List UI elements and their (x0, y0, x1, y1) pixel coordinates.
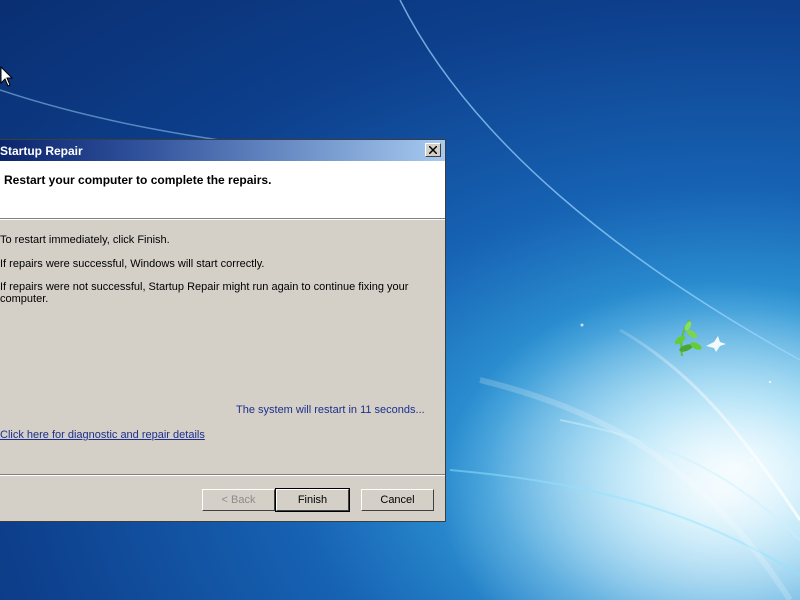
header-message: Restart your computer to complete the re… (4, 173, 272, 187)
diagnostic-details-link[interactable]: Click here for diagnostic and repair det… (0, 429, 205, 441)
restart-countdown: The system will restart in 11 seconds... (236, 404, 425, 416)
instruction-restart: To restart immediately, click Finish. (0, 234, 170, 246)
startup-repair-dialog: Startup Repair Restart your computer to … (0, 139, 446, 522)
cancel-button[interactable]: Cancel (361, 489, 434, 511)
footer-divider-highlight (0, 475, 445, 476)
title-bar: Startup Repair (0, 140, 445, 161)
mouse-pointer-icon (0, 66, 14, 87)
close-button[interactable] (425, 143, 441, 157)
header-divider (0, 219, 445, 220)
instruction-failure-continued: computer. (0, 293, 49, 305)
instruction-success: If repairs were successful, Windows will… (0, 258, 265, 270)
dialog-title: Startup Repair (0, 144, 83, 158)
close-icon (429, 146, 437, 154)
instruction-failure: If repairs were not successful, Startup … (0, 281, 409, 293)
dialog-header: Restart your computer to complete the re… (0, 161, 445, 219)
finish-button[interactable]: Finish (275, 488, 350, 512)
back-button[interactable]: < Back (202, 489, 275, 511)
